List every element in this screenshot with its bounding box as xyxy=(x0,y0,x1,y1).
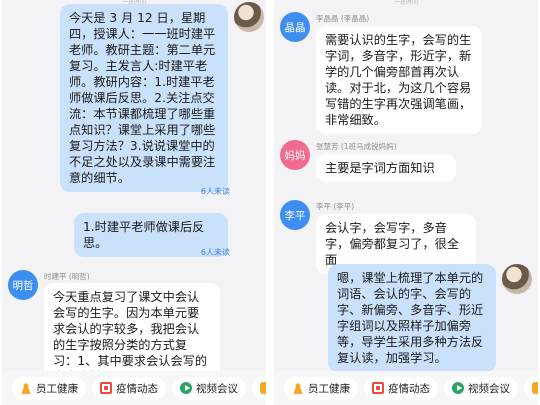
epidemic-icon xyxy=(372,382,384,394)
chip-label: 视频会议 xyxy=(196,382,238,395)
message-bubble[interactable]: 今天是 3 月 12 日，星期四，授课人：一一班时建平老师。教研主题：第二单元复… xyxy=(60,4,228,192)
video-meeting-chip[interactable]: 视频会议 xyxy=(172,376,246,400)
person-icon xyxy=(292,382,304,394)
top-hint: 一班时间 xyxy=(393,0,418,6)
staff-health-chip[interactable]: 员工健康 xyxy=(12,376,86,400)
group-icon xyxy=(260,382,266,394)
video-icon xyxy=(452,382,464,394)
message-bubble[interactable]: 主要是字词方面知识 xyxy=(316,154,456,182)
my-avatar[interactable] xyxy=(502,264,532,294)
avatar[interactable]: 晶晶 xyxy=(280,12,310,42)
chip-label: 员工健康 xyxy=(308,382,350,395)
left-chat-screen: 一班时间 今天是 3 月 12 日，星期四，授课人：一一班时建平老师。教研主题：… xyxy=(2,0,266,405)
epidemic-news-chip[interactable]: 疫情动态 xyxy=(364,376,438,400)
video-icon xyxy=(180,382,192,394)
video-meeting-chip[interactable]: 视频会议 xyxy=(444,376,518,400)
sender-name: 张慧芳 (1班马成锐妈妈) xyxy=(316,142,397,151)
group-chip[interactable]: 群 xyxy=(524,376,538,400)
message-bubble[interactable]: 需要认识的生字，会写的生字词，多音字，形近字，新学的几个偏旁部首再次认读。对于北… xyxy=(316,26,482,134)
sender-name: 时建平 (明哲) xyxy=(44,272,90,281)
group-chip[interactable]: 群 xyxy=(252,376,266,400)
avatar[interactable]: 李平 xyxy=(280,200,310,230)
divider xyxy=(267,0,273,405)
sender-name: 李晶晶 (李晶晶) xyxy=(316,14,370,23)
chip-label: 疫情动态 xyxy=(116,382,158,395)
avatar[interactable]: 明哲 xyxy=(8,270,38,300)
right-chat-screen: 一班时间 晶晶 李晶晶 (李晶晶) 需要认识的生字，会写的生字词，多音字，形近字… xyxy=(274,0,538,405)
epidemic-icon xyxy=(100,382,112,394)
message-bubble[interactable]: 嗯，课堂上梳理了本单元的词语、会认的字、会写的字、新偏旁、多音字、形近字组词以及… xyxy=(328,264,496,372)
unread-count[interactable]: 6人未读 xyxy=(201,247,230,258)
sender-name: 李平 (李平) xyxy=(316,202,355,211)
chip-label: 员工健康 xyxy=(36,382,78,395)
my-avatar[interactable] xyxy=(234,2,264,32)
avatar[interactable]: 妈妈 xyxy=(280,140,310,170)
staff-health-chip[interactable]: 员工健康 xyxy=(284,376,358,400)
chip-label: 疫情动态 xyxy=(388,382,430,395)
person-icon xyxy=(20,382,32,394)
group-icon xyxy=(532,382,538,394)
quick-actions-bar: 员工健康 疫情动态 视频会议 群 xyxy=(2,371,266,405)
chip-label: 视频会议 xyxy=(468,382,510,395)
unread-count[interactable]: 6人未读 xyxy=(201,186,230,197)
epidemic-news-chip[interactable]: 疫情动态 xyxy=(92,376,166,400)
quick-actions-bar: 员工健康 疫情动态 视频会议 群 xyxy=(274,371,538,405)
